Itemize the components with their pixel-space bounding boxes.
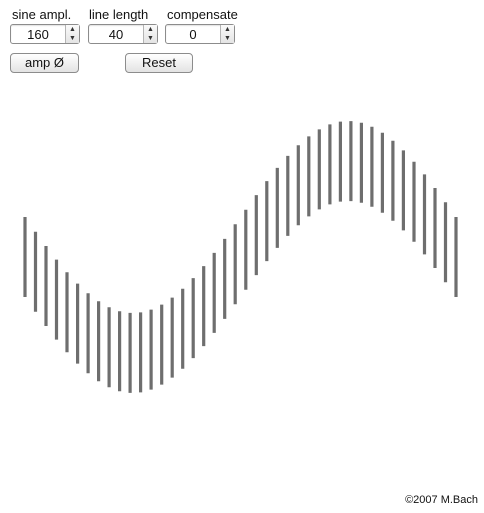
copyright-text: ©2007 M.Bach — [405, 494, 478, 506]
sine-line-illusion — [23, 121, 458, 393]
